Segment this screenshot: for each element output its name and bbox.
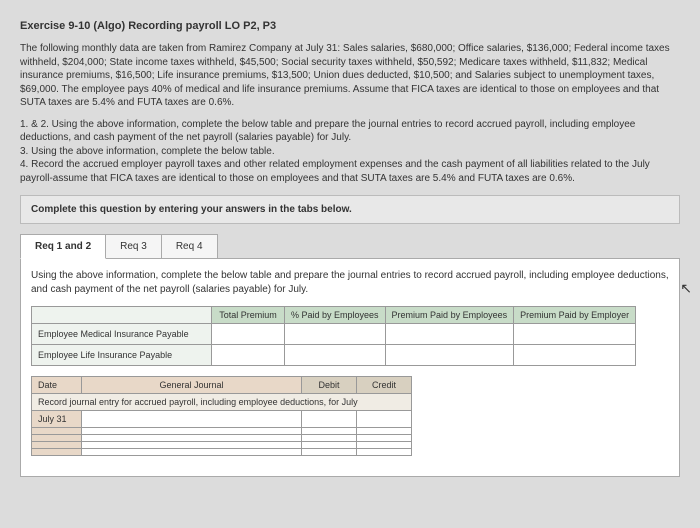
col-paid-employees: Premium Paid by Employees <box>385 307 514 324</box>
blank-header <box>32 307 212 324</box>
input-cell[interactable] <box>82 435 302 442</box>
input-cell[interactable] <box>82 411 302 428</box>
date-cell <box>32 428 82 435</box>
input-cell[interactable] <box>212 345 285 366</box>
tab-req-1-2[interactable]: Req 1 and 2 <box>20 234 106 259</box>
input-cell[interactable] <box>385 345 514 366</box>
tab-content: Using the above information, complete th… <box>20 258 680 477</box>
premium-table: Total Premium % Paid by Employees Premiu… <box>31 306 636 366</box>
date-cell <box>32 442 82 449</box>
intro-paragraph: The following monthly data are taken fro… <box>20 42 680 110</box>
input-cell[interactable] <box>385 324 514 345</box>
input-cell[interactable] <box>302 442 357 449</box>
exercise-heading: Exercise 9-10 (Algo) Recording payroll L… <box>20 20 680 32</box>
col-debit: Debit <box>302 377 357 394</box>
date-cell <box>32 449 82 456</box>
input-cell[interactable] <box>357 449 412 456</box>
question-panel: Complete this question by entering your … <box>20 195 680 224</box>
tab-req-4[interactable]: Req 4 <box>161 234 218 259</box>
journal-table: Date General Journal Debit Credit Record… <box>31 376 412 456</box>
input-cell[interactable] <box>357 411 412 428</box>
col-general-journal: General Journal <box>82 377 302 394</box>
input-cell[interactable] <box>285 345 386 366</box>
instructions-block: 1. & 2. Using the above information, com… <box>20 118 680 186</box>
input-cell[interactable] <box>82 428 302 435</box>
input-cell[interactable] <box>357 435 412 442</box>
input-cell[interactable] <box>82 442 302 449</box>
instruction-2: 3. Using the above information, complete… <box>20 145 680 159</box>
instruction-3: 4. Record the accrued employer payroll t… <box>20 158 680 185</box>
date-cell: July 31 <box>32 411 82 428</box>
row-medical: Employee Medical Insurance Payable <box>32 324 212 345</box>
tab-description: Using the above information, complete th… <box>31 269 669 296</box>
tab-req-3[interactable]: Req 3 <box>105 234 162 259</box>
tabs-row: Req 1 and 2 Req 3 Req 4 <box>20 234 680 259</box>
col-paid-employer: Premium Paid by Employer <box>514 307 636 324</box>
input-cell[interactable] <box>514 324 636 345</box>
input-cell[interactable] <box>302 449 357 456</box>
input-cell[interactable] <box>285 324 386 345</box>
input-cell[interactable] <box>302 435 357 442</box>
input-cell[interactable] <box>212 324 285 345</box>
input-cell[interactable] <box>302 411 357 428</box>
col-date: Date <box>32 377 82 394</box>
input-cell[interactable] <box>357 428 412 435</box>
input-cell[interactable] <box>82 449 302 456</box>
row-life: Employee Life Insurance Payable <box>32 345 212 366</box>
date-cell <box>32 435 82 442</box>
input-cell[interactable] <box>514 345 636 366</box>
cursor-icon: ↖ <box>680 280 692 297</box>
input-cell[interactable] <box>357 442 412 449</box>
instruction-1: 1. & 2. Using the above information, com… <box>20 118 680 145</box>
input-cell[interactable] <box>302 428 357 435</box>
col-pct-paid: % Paid by Employees <box>285 307 386 324</box>
journal-description: Record journal entry for accrued payroll… <box>32 394 412 411</box>
col-total-premium: Total Premium <box>212 307 285 324</box>
col-credit: Credit <box>357 377 412 394</box>
